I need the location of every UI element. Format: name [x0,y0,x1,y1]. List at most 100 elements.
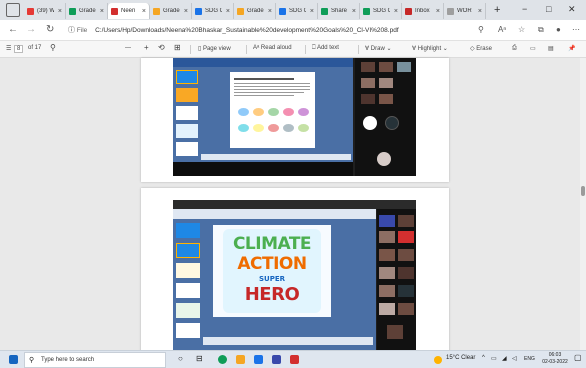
cortana-icon[interactable]: ○ [178,354,183,363]
draw-button[interactable]: ∀ Draw ⌄ [365,45,392,52]
collections-icon[interactable]: ⧉ [538,25,544,35]
tab-close-icon[interactable]: × [436,8,440,15]
presentation-window [173,58,353,162]
maximize-button[interactable]: □ [546,4,551,14]
tab-close-icon[interactable]: × [100,8,104,15]
browser-tab[interactable]: SDG G × [192,3,234,19]
tab-favicon-icon [447,7,454,15]
page-view-button[interactable]: ▯ Page view [198,45,231,52]
tab-close-icon[interactable]: × [352,8,356,15]
tab-strip: (39) W×Grade×Neen×Grade×SDG G×Grade×SDG … [0,0,586,20]
url-field[interactable]: ⓘ File C:/Users/Hp/Downloads/Neena%20Bha… [68,25,399,35]
presentation-window: CLIMATE ACTION SUPER HERO [173,209,376,350]
favorite-icon[interactable]: ☆ [518,25,525,34]
browser-tab[interactable]: SDG G × [360,3,402,19]
new-tab-button[interactable]: + [494,4,500,16]
pdf-page-1 [141,58,449,182]
avatar [377,152,391,166]
edge-icon[interactable] [218,355,227,364]
window-menu-icon[interactable] [6,3,20,17]
browser-tab[interactable]: Share × [318,3,360,19]
tab-close-icon[interactable]: × [394,8,398,15]
network-icon[interactable]: ◢ [502,355,507,362]
tab-favicon-icon [195,7,202,15]
weather-icon [434,356,442,364]
tab-favicon-icon [69,7,76,15]
fit-page-icon[interactable]: ⊞ [174,43,181,52]
taskbar-search-box[interactable]: ⚲ Type here to search [24,352,166,368]
rotate-icon[interactable]: ⟲ [158,43,165,52]
tab-close-icon[interactable]: × [310,8,314,15]
page-number-input[interactable]: 8 [14,45,24,53]
url-text: C:/Users/Hp/Downloads/Neena%20Bhaskar_Su… [95,27,399,34]
more-icon[interactable]: ⋯ [572,25,580,34]
browser-tab[interactable]: Grade × [150,3,192,19]
zoom-icon[interactable]: ⚲ [478,25,484,34]
browser-tab[interactable]: Grade × [234,3,276,19]
address-bar: ← → ↻ ⓘ File C:/Users/Hp/Downloads/Neena… [0,20,586,41]
read-mode-icon[interactable]: Aⁿ [498,25,506,34]
tab-close-icon[interactable]: × [184,8,188,15]
reload-icon[interactable]: ↻ [46,24,54,35]
tab-close-icon[interactable]: × [142,8,146,15]
add-text-button[interactable]: ⎕ Add text [312,45,339,52]
close-window-button[interactable]: ✕ [568,4,576,15]
pdf-viewer[interactable]: CLIMATE ACTION SUPER HERO [0,58,586,358]
browser-tab[interactable]: WOR × [444,3,486,19]
windows-start-icon[interactable] [9,355,18,364]
minimize-button[interactable]: − [522,4,527,14]
meeting-screenshot-1 [173,58,416,176]
tab-label: Share [331,8,348,14]
url-scheme-label: File [76,27,88,34]
zoom-in-button[interactable]: + [144,43,149,52]
forward-icon[interactable]: → [26,24,36,35]
volume-icon[interactable]: ◁ [512,355,517,362]
store-icon[interactable] [272,355,281,364]
pin-icon[interactable]: 📌 [568,45,575,52]
print-icon[interactable]: ⎙ [512,45,517,52]
page-total: of 17 [28,45,42,51]
save-as-icon[interactable]: ▤ [548,45,554,52]
slide-title-action: ACTION [237,254,307,274]
tab-favicon-icon [279,7,286,15]
climate-action-slide: CLIMATE ACTION SUPER HERO [213,225,331,317]
save-icon[interactable]: ▭ [530,45,536,52]
language-indicator[interactable]: ENG [524,356,535,362]
highlight-button[interactable]: ∀ Highlight ⌄ [412,45,448,52]
tab-label: Grade [79,8,96,14]
slide-title-climate: CLIMATE [232,234,312,254]
tab-close-icon[interactable]: × [268,8,272,15]
browser-tab[interactable]: Grade × [66,3,108,19]
file-explorer-icon[interactable] [236,355,245,364]
read-aloud-button[interactable]: Aᵃ Read aloud [253,45,292,51]
browser-tab[interactable]: (39) W × [24,3,66,19]
back-icon[interactable]: ← [8,24,18,35]
task-view-icon[interactable]: ⊟ [196,354,203,363]
profile-icon[interactable]: ● [556,25,561,34]
browser-tab[interactable]: SDG G × [276,3,318,19]
weather-text[interactable]: 15°C Clear [446,355,475,361]
mail-icon[interactable] [254,355,263,364]
tab-close-icon[interactable]: × [226,8,230,15]
pdf-app-icon[interactable] [290,355,299,364]
clock[interactable]: 06:03 02-03-2022 [540,352,570,365]
browser-tab[interactable]: Inbox × [402,3,444,19]
vertical-scrollbar[interactable] [580,58,586,350]
find-icon[interactable]: ⚲ [50,43,56,52]
info-icon: ⓘ [68,27,75,34]
tab-close-icon[interactable]: × [478,8,482,15]
search-icon: ⚲ [29,357,35,364]
tray-chevron-icon[interactable]: ^ [482,355,485,361]
tab-close-icon[interactable]: × [58,8,62,15]
notifications-icon[interactable]: ▢ [574,353,582,362]
scrollbar-thumb[interactable] [581,186,585,196]
browser-tab[interactable]: Neen × [108,3,150,19]
contents-icon[interactable]: ☰ [6,45,11,52]
tab-label: SDG G [289,8,306,14]
participants-panel [377,209,416,350]
tab-label: Inbox [415,8,430,14]
zoom-out-button[interactable]: — [125,45,131,51]
read-aloud-icon: Aᵃ [253,45,261,51]
erase-button[interactable]: ◇ Erase [470,45,492,52]
slide-text-with-icons [230,72,315,148]
